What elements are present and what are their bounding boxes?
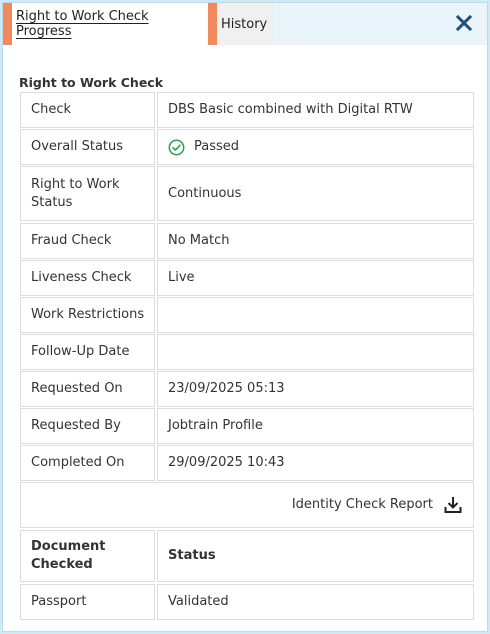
identity-check-report-link[interactable]: Identity Check Report: [292, 495, 463, 515]
check-circle-icon: [168, 139, 185, 156]
detail-key: Follow-Up Date: [20, 334, 155, 370]
detail-key: Completed On: [20, 445, 155, 481]
detail-row-liveness-check: Liveness Check Live: [20, 260, 474, 296]
tab-bar: Right to Work Check Progress History: [3, 3, 487, 45]
detail-key: Overall Status: [20, 129, 155, 165]
report-cell: Identity Check Report: [20, 482, 474, 528]
detail-row-work-restrictions: Work Restrictions: [20, 297, 474, 333]
detail-key: Check: [20, 92, 155, 128]
detail-row-requested-by: Requested By Jobtrain Profile: [20, 408, 474, 444]
tab-accent: [208, 3, 217, 45]
detail-row-right-to-work-status: Right to Work Status Continuous: [20, 166, 474, 221]
detail-key: Work Restrictions: [20, 297, 155, 333]
rtw-check-panel: Right to Work Check Progress History Rig…: [2, 2, 488, 632]
detail-value: Jobtrain Profile: [157, 408, 474, 444]
tab-label: Right to Work Check Progress: [16, 9, 149, 39]
detail-value: 29/09/2025 10:43: [157, 445, 474, 481]
detail-row-overall-status: Overall Status Passed: [20, 129, 474, 165]
table-row: Passport Validated: [20, 584, 474, 620]
tab-history[interactable]: History: [208, 3, 274, 45]
close-button[interactable]: [451, 9, 477, 37]
detail-key: Requested By: [20, 408, 155, 444]
detail-key: Right to Work Status: [20, 166, 155, 221]
detail-value: No Match: [157, 223, 474, 259]
detail-row-fraud-check: Fraud Check No Match: [20, 223, 474, 259]
document-name: Passport: [20, 584, 155, 620]
overall-status-value: Passed: [194, 139, 240, 154]
detail-value-cell: Passed: [157, 129, 474, 165]
detail-key: Fraud Check: [20, 223, 155, 259]
detail-row-requested-on: Requested On 23/09/2025 05:13: [20, 371, 474, 407]
detail-row-check: Check DBS Basic combined with Digital RT…: [20, 92, 474, 128]
detail-row-completed-on: Completed On 29/09/2025 10:43: [20, 445, 474, 481]
report-row: Identity Check Report: [20, 482, 474, 528]
report-link-label: Identity Check Report: [291, 497, 433, 512]
document-status: Validated: [157, 584, 474, 620]
detail-value: DBS Basic combined with Digital RTW: [157, 92, 474, 128]
detail-key: Requested On: [20, 371, 155, 407]
detail-value: [157, 334, 474, 370]
detail-key: Liveness Check: [20, 260, 155, 296]
detail-value: Continuous: [157, 166, 474, 221]
download-icon: [443, 495, 463, 515]
documents-header-row: Document Checked Status: [20, 530, 474, 582]
tab-right-to-work-check-progress[interactable]: Right to Work Check Progress: [3, 3, 208, 45]
detail-value: Live: [157, 260, 474, 296]
close-icon: [456, 15, 472, 31]
status-header: Status: [157, 530, 474, 582]
detail-value: 23/09/2025 05:13: [157, 371, 474, 407]
detail-value: [157, 297, 474, 333]
document-checked-header: Document Checked: [20, 530, 155, 582]
section-title: Right to Work Check: [19, 75, 164, 90]
active-tab-accent: [3, 3, 12, 45]
detail-row-follow-up-date: Follow-Up Date: [20, 334, 474, 370]
